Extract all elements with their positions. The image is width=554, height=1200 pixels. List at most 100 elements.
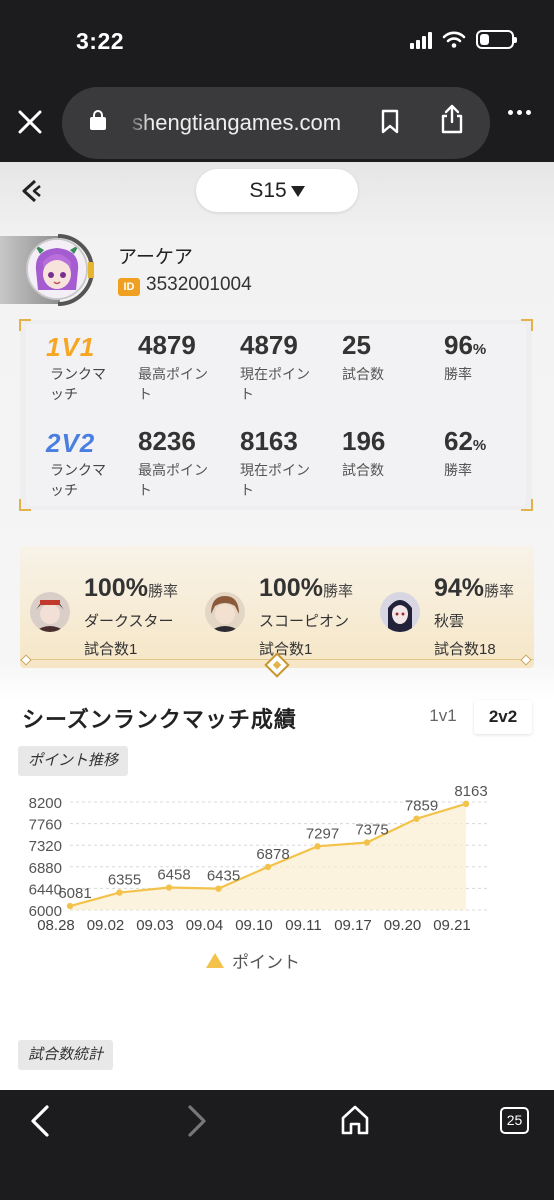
player-id: 3532001004	[146, 274, 252, 295]
status-time: 3:22	[76, 28, 125, 54]
hero-games: 試合数1	[259, 641, 313, 658]
browser-toolbar: 25	[0, 1090, 554, 1200]
player-name: アーケア	[118, 247, 193, 268]
rank-stats-card: 1V1 ランクマッチ 4879 最高ポイント 4879 現在ポイント 25 試合…	[19, 319, 533, 512]
current-points-label: 現在ポイント	[240, 462, 310, 498]
bookmark-icon[interactable]	[380, 109, 400, 135]
data-point	[215, 885, 222, 892]
browser-bar: shengtiangames.com	[0, 80, 554, 162]
data-point	[413, 815, 420, 822]
mode-row-2v2: 2V2 ランクマッチ 8236 最高ポイント 8163 現在ポイント 196 試…	[26, 422, 526, 512]
data-label: 7375	[355, 822, 388, 839]
x-tick-label: 09.21	[433, 917, 471, 934]
y-tick-label: 8200	[29, 795, 62, 812]
legend-marker-icon	[206, 953, 224, 968]
games-value: 196	[342, 426, 386, 456]
data-label: 7859	[405, 798, 438, 815]
x-tick-label: 09.03	[136, 917, 174, 934]
hero-winrate: 100%勝率	[84, 574, 178, 602]
data-label: 8163	[454, 783, 487, 800]
share-icon[interactable]	[440, 103, 464, 135]
x-tick-label: 09.10	[235, 917, 273, 934]
tab-1v1[interactable]: 1v1	[420, 700, 466, 732]
games-label: 試合数	[342, 462, 384, 478]
current-points-value: 8163	[240, 426, 298, 456]
top-heroes-panel: 100%勝率 ダークスター 試合数1 100%勝率 スコーピオン 試合数1 94…	[20, 546, 534, 678]
y-tick-label: 7320	[29, 838, 62, 855]
games-label: 試合数	[342, 366, 384, 382]
data-point	[116, 889, 123, 896]
y-tick-label: 6440	[29, 881, 62, 898]
winrate-label: 勝率	[444, 366, 472, 382]
hero-name: スコーピオン	[259, 613, 350, 630]
y-tick-label: 7760	[29, 817, 62, 834]
x-tick-label: 09.20	[384, 917, 422, 934]
hero-name: 秋雲	[434, 613, 465, 630]
games-value: 25	[342, 330, 371, 360]
x-tick-label: 09.02	[87, 917, 125, 934]
close-icon[interactable]	[16, 108, 44, 136]
mode-sub-label: ランクマッチ	[50, 462, 106, 498]
back-nav-icon[interactable]	[28, 1104, 52, 1138]
season-label: S15	[249, 178, 287, 202]
hero-card[interactable]: 100%勝率 スコーピオン 試合数1	[195, 566, 365, 658]
status-icons	[410, 30, 517, 49]
data-label: 6458	[157, 867, 190, 884]
data-point	[165, 884, 173, 891]
x-tick-label: 09.11	[285, 917, 321, 934]
x-tick-label: 08.28	[37, 917, 75, 934]
max-points-label: 最高ポイント	[138, 462, 208, 498]
signal-icon	[410, 31, 432, 49]
y-tick-label: 6880	[29, 860, 62, 877]
mode-badge: 2V2	[46, 428, 96, 458]
id-badge: ID	[118, 278, 140, 296]
more-icon[interactable]	[508, 110, 531, 115]
tab-2v2[interactable]: 2v2	[474, 700, 532, 734]
lock-icon	[90, 110, 106, 130]
winrate-value: 96%	[444, 330, 487, 360]
page-content: S15 アーケア ID 3532001004 1V1 ランクマッチ 4879 最…	[0, 162, 554, 1090]
data-point	[363, 839, 371, 846]
data-point	[66, 902, 74, 910]
current-points-value: 4879	[240, 330, 298, 360]
mode-row-1v1: 1V1 ランクマッチ 4879 最高ポイント 4879 現在ポイント 25 試合…	[26, 326, 526, 416]
data-label: 6878	[256, 846, 289, 863]
x-tick-label: 09.17	[334, 917, 372, 934]
address-bar[interactable]: shengtiangames.com	[62, 87, 490, 159]
hero-winrate: 94%勝率	[434, 574, 515, 602]
hero-card[interactable]: 100%勝率 ダークスター 試合数1	[20, 566, 190, 658]
chart-legend[interactable]: ポイント	[206, 948, 300, 973]
hero-games: 試合数1	[84, 641, 138, 658]
forward-nav-icon[interactable]	[185, 1104, 209, 1138]
hero-name: ダークスター	[84, 613, 174, 630]
hero-card[interactable]: 94%勝率 秋雲 試合数18	[370, 566, 540, 658]
tabs-button[interactable]: 25	[500, 1107, 529, 1134]
home-icon[interactable]	[340, 1104, 370, 1136]
battery-icon	[476, 30, 517, 49]
url-text: shengtiangames.com	[132, 110, 342, 135]
mode-sub-label: ランクマッチ	[50, 366, 106, 402]
max-points-value: 4879	[138, 330, 196, 360]
season-selector[interactable]: S15	[196, 169, 358, 212]
back-icon[interactable]	[20, 178, 44, 204]
data-label: 6081	[58, 885, 91, 902]
hero-avatar	[380, 592, 420, 632]
data-label: 6435	[207, 868, 240, 885]
mode-badge: 1V1	[46, 332, 96, 362]
winrate-label: 勝率	[444, 462, 472, 478]
data-label: 6355	[108, 872, 141, 889]
data-point	[314, 843, 321, 850]
data-point	[462, 800, 470, 808]
current-points-label: 現在ポイント	[240, 366, 310, 402]
winrate-value: 62%	[444, 426, 487, 456]
x-tick-label: 09.04	[186, 917, 224, 934]
hero-winrate: 100%勝率	[259, 574, 353, 602]
data-label: 7297	[306, 825, 339, 842]
hero-games: 試合数18	[434, 641, 496, 658]
max-points-value: 8236	[138, 426, 196, 456]
points-trend-chip: ポイント推移	[18, 746, 129, 776]
status-bar: 3:22	[0, 0, 554, 80]
hero-avatar	[205, 592, 245, 632]
wifi-icon	[442, 31, 466, 48]
games-stats-chip: 試合数統計	[18, 1040, 114, 1070]
